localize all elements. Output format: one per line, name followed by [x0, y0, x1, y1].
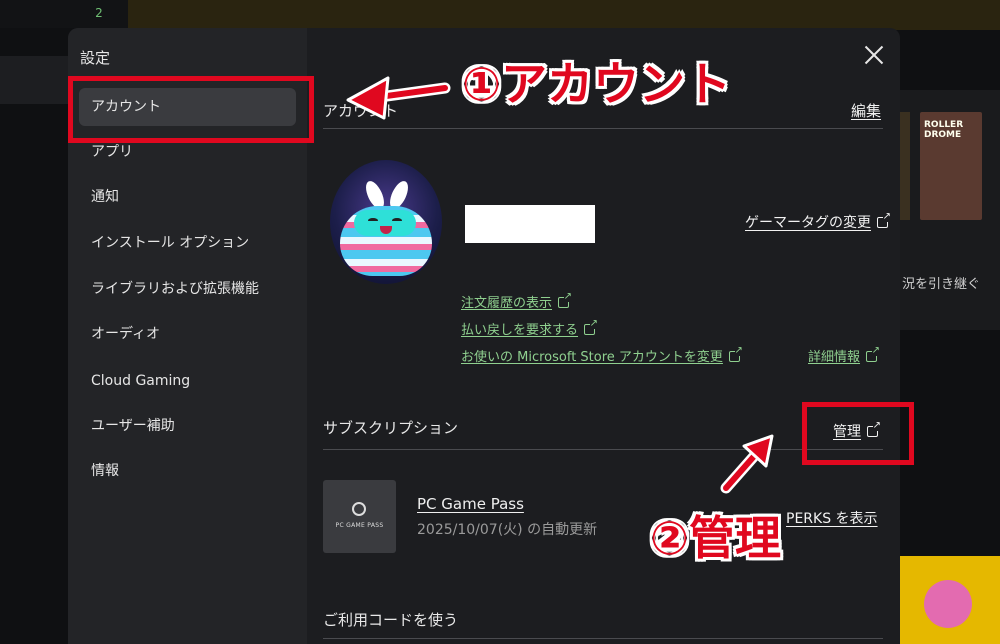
view-perks-link[interactable]: PERKS を表示: [786, 508, 878, 528]
annotation-box-manage: [802, 402, 914, 465]
background-game-art: [900, 556, 1000, 644]
sidebar-title: 設定: [80, 49, 111, 67]
game-pass-tile: PC GAME PASS: [323, 480, 396, 553]
section-divider: [323, 638, 883, 639]
background-caption: 況を引き継ぐ: [902, 277, 981, 292]
details-label: 詳細情報: [808, 350, 861, 365]
edit-button[interactable]: 編集: [851, 100, 881, 121]
order-history-link[interactable]: 注文履歴の表示: [461, 291, 573, 311]
subscription-section-title: サブスクリプション: [323, 419, 459, 437]
sidebar-item-library[interactable]: ライブラリおよび拡張機能: [79, 270, 296, 308]
section-divider: [323, 128, 883, 129]
background-nav-highlight: [0, 56, 68, 104]
change-gamertag-link[interactable]: ゲーマータグの変更: [745, 211, 891, 232]
subscription-name-link[interactable]: PC Game Pass: [417, 495, 524, 513]
sidebar-item-notifications[interactable]: 通知: [79, 178, 296, 216]
thumb-title: ROLLER DROME: [924, 120, 964, 140]
background-game-thumb: ROLLER DROME: [920, 112, 982, 220]
close-icon[interactable]: [863, 44, 885, 66]
xbox-logo-icon: [352, 502, 366, 516]
tile-label: PC GAME PASS: [335, 522, 384, 529]
annotation-label-account: ①アカウント: [462, 57, 731, 111]
change-store-account-link[interactable]: お使いの Microsoft Store アカウントを変更: [461, 345, 743, 365]
sidebar-item-install-options[interactable]: インストール オプション: [79, 224, 296, 262]
sidebar-item-cloud-gaming[interactable]: Cloud Gaming: [79, 362, 296, 400]
sidebar-item-accessibility[interactable]: ユーザー補助: [79, 407, 296, 445]
notification-badge: 2: [95, 6, 103, 20]
redeem-section-title: ご利用コードを使う: [323, 611, 459, 629]
external-link-icon: [728, 345, 743, 362]
external-link-icon: [877, 211, 891, 228]
external-link-icon: [584, 318, 599, 335]
background-game-thumb: [900, 112, 910, 220]
details-link[interactable]: 詳細情報: [808, 345, 881, 365]
refund-request-label: 払い戻しを要求する: [461, 323, 579, 338]
settings-content: アカウント 編集 ゲーマータグの変更 注文履歴の表示 払い戻しを要求する お使い…: [307, 28, 900, 644]
change-store-account-label: お使いの Microsoft Store アカウントを変更: [461, 350, 723, 365]
section-divider: [323, 449, 883, 450]
gamertag-redacted: [465, 205, 595, 243]
annotation-box-account: [68, 76, 314, 143]
background-banner: [128, 0, 1000, 30]
sidebar-item-about[interactable]: 情報: [79, 452, 296, 490]
refund-request-link[interactable]: 払い戻しを要求する: [461, 318, 599, 338]
account-section-title: アカウント: [323, 102, 399, 120]
sidebar-item-audio[interactable]: オーディオ: [79, 315, 296, 353]
order-history-label: 注文履歴の表示: [461, 296, 553, 311]
renewal-date: 2025/10/07(火) の自動更新: [417, 522, 598, 538]
external-link-icon: [866, 345, 881, 362]
avatar: [330, 160, 442, 284]
annotation-label-manage: ②管理: [650, 511, 781, 565]
change-gamertag-label: ゲーマータグの変更: [745, 215, 871, 231]
external-link-icon: [558, 291, 573, 308]
